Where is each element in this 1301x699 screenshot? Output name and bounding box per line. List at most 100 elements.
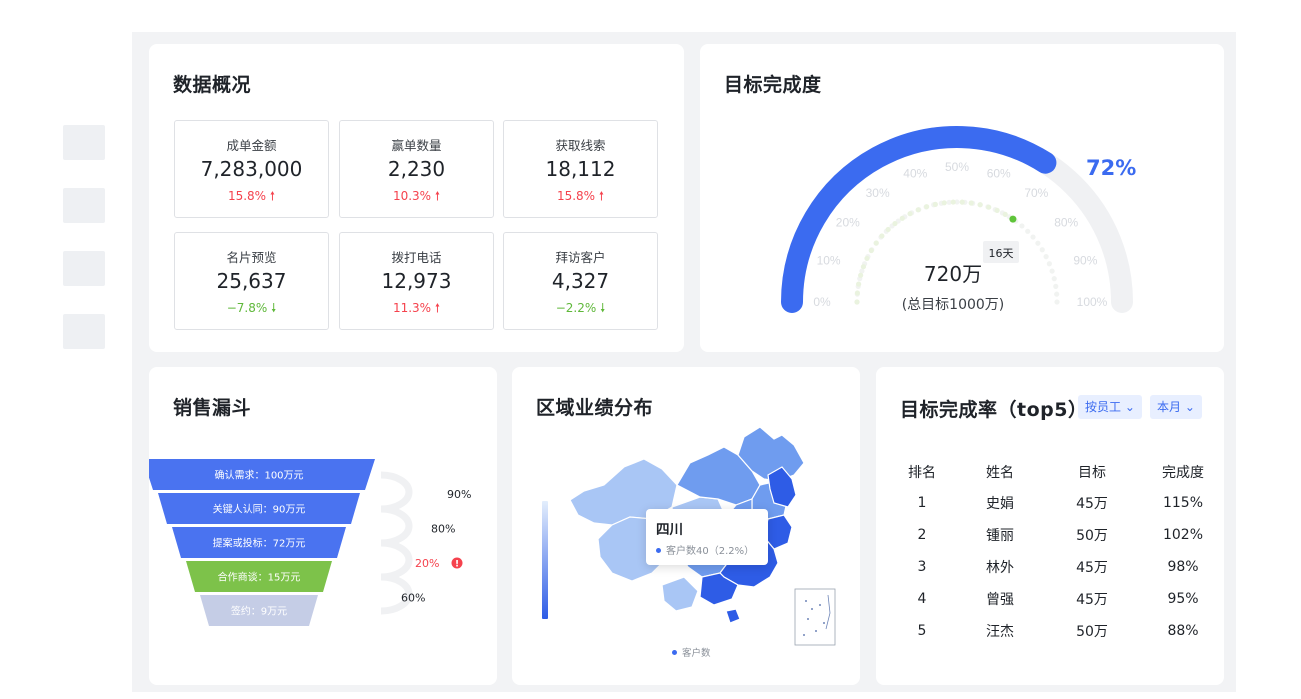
kpi-value: 18,112 [545, 157, 616, 181]
gauge-card: 目标完成度 0% 10% 20% 30% 40% 50% 60% 70% 80% 90% 100% 1… [700, 44, 1224, 352]
kpi-change: 15.8% 🠕 [504, 187, 657, 208]
target-cell: 50万 [1076, 624, 1108, 640]
kpi-value: 12,973 [381, 269, 452, 293]
ranking-title: 目标完成率（top5） [900, 399, 1088, 421]
chevron-down-icon: ⌄ [1184, 400, 1195, 414]
gauge-scale-label: 40% [903, 167, 927, 181]
completion-cell: 102% [1162, 527, 1204, 543]
gauge-dot [932, 201, 938, 207]
completion-cell: 98% [1167, 559, 1199, 575]
kpi-card[interactable]: 名片预览 25,637 −7.8% 🠗 [174, 232, 329, 330]
funnel-stage-label: 签约：9万元 [231, 605, 287, 618]
filter-this-month[interactable]: 本月 ⌄ [1150, 395, 1202, 419]
funnel-conversion-rate: 90% [447, 488, 471, 501]
rank-cell: 5 [917, 623, 927, 639]
kpi-change: 15.8% 🠕 [175, 187, 328, 208]
funnel-stage-label: 合作商谈：15万元 [218, 571, 301, 584]
gauge-dot [915, 207, 921, 213]
arrow-up-icon: 🠕 [434, 189, 441, 203]
arrow-down-icon: 🠗 [271, 301, 277, 315]
gauge-dot [924, 204, 930, 210]
funnel-conversion-rate: 20% [415, 557, 439, 570]
funnel-connector [380, 471, 413, 513]
kpi-card[interactable]: 成单金额 7,283,000 15.8% 🠕 [174, 120, 329, 218]
gauge-scale-label: 60% [987, 167, 1011, 181]
gauge-dot [879, 233, 885, 239]
arrow-up-icon: 🠕 [434, 301, 441, 315]
gauge-dot [1046, 261, 1052, 267]
rank-cell: 4 [917, 591, 927, 607]
kpi-value: 7,283,000 [200, 157, 303, 181]
arrow-up-icon: 🠕 [269, 189, 276, 203]
gauge-dot [968, 200, 974, 206]
gauge-scale-label: 0% [813, 295, 831, 309]
kpi-change: −2.2% 🠗 [504, 299, 657, 320]
column-header: 排名 [908, 465, 936, 481]
tooltip-region: 四川 [656, 522, 683, 538]
kpi-change-value: −7.8% [226, 301, 268, 315]
gauge-dot [977, 202, 983, 208]
kpi-change-value: 15.8% [556, 189, 596, 203]
kpi-change-value: 10.3% [392, 189, 432, 203]
funnel-chart: 确认需求：100万元关键人认同：90万元提案或投标：72万元合作商谈：15万元签… [149, 459, 471, 626]
gauge-dot [1053, 283, 1059, 289]
name-cell: 曾强 [986, 592, 1014, 608]
warning-icon: ! [455, 560, 459, 570]
kpi-value: 25,637 [216, 269, 287, 293]
kpi-label: 拨打电话 [391, 250, 442, 265]
gauge-dot [854, 290, 861, 296]
map-legend[interactable]: 客户数 [672, 645, 711, 659]
gauge-percent-label: 72% [1086, 156, 1136, 180]
table-row: 1 史娟 45万 115% [890, 487, 1228, 519]
target-cell: 45万 [1076, 496, 1108, 512]
sidebar-nav-placeholder-4[interactable] [63, 314, 105, 349]
gauge-dot [1025, 228, 1031, 234]
tooltip-metric-label: 客户数40（2.2%） [666, 546, 755, 557]
gauge-dot [1051, 276, 1057, 282]
sidebar-nav-placeholder-2[interactable] [63, 188, 105, 223]
column-header: 目标 [1078, 465, 1106, 481]
table-row: 2 锺丽 50万 102% [890, 519, 1228, 551]
kpi-card[interactable]: 获取线索 18,112 15.8% 🠕 [503, 120, 658, 218]
kpi-label: 赢单数量 [391, 138, 442, 153]
sidebar-nav-placeholder-3[interactable] [63, 251, 105, 286]
gauge-dot [885, 226, 891, 233]
kpi-card[interactable]: 赢单数量 2,230 10.3% 🠕 [339, 120, 494, 218]
table-row: 4 曾强 45万 95% [890, 583, 1228, 615]
gauge-scale-label: 70% [1024, 186, 1048, 200]
gauge-dot [1039, 247, 1045, 253]
gauge-dot [1002, 211, 1008, 217]
gauge-dot [994, 207, 1000, 214]
gauge-dot [907, 211, 913, 217]
kpi-card[interactable]: 拜访客户 4,327 −2.2% 🠗 [503, 232, 658, 330]
gauge-dot [854, 299, 860, 305]
funnel-card: 销售漏斗 确认需求：100万元 关键人认同：90万元 提案或投标：72万元 合作商谈：… [149, 367, 497, 685]
gauge-dot [1054, 299, 1060, 305]
filter-by-employee[interactable]: 按员工 ⌄ [1078, 395, 1142, 419]
sidebar-nav-placeholder-1[interactable] [63, 125, 105, 160]
target-cell: 45万 [1076, 560, 1108, 576]
kpi-card[interactable]: 拨打电话 12,973 11.3% 🠕 [339, 232, 494, 330]
kpi-label: 拜访客户 [555, 250, 606, 265]
overview-card: 数据概况 成单金额 7,283,000 15.8% 🠕 赢单数量 2,230 10.3% … [149, 44, 684, 352]
gauge-dot [856, 281, 862, 287]
gauge-dot [1049, 268, 1055, 274]
gauge-scale-label: 90% [1073, 253, 1097, 267]
gauge-progress-arc [781, 126, 1057, 313]
gauge-dot [950, 199, 956, 205]
kpi-label: 名片预览 [226, 250, 277, 265]
gauge-scale-label: 80% [1054, 216, 1078, 230]
map-card: 区域业绩分布 四川 客户数40（2.2%） 客户数 [512, 367, 860, 685]
funnel-conversion-rate: 60% [401, 592, 425, 605]
gauge-dot [1043, 254, 1049, 260]
overview-title: 数据概况 [173, 74, 252, 96]
gauge-dot [1030, 234, 1036, 240]
kpi-change-value: 15.8% [227, 189, 267, 203]
gauge-scale-label: 30% [866, 186, 890, 200]
kpi-label: 获取线索 [555, 138, 606, 153]
gauge-days-label: 16天 [989, 247, 1014, 260]
ranking-card: 目标完成率（top5） 按员工 ⌄ 本月 ⌄ 排名 姓名 目标 完成度 1 史娟 4… [876, 367, 1224, 685]
column-header: 姓名 [986, 465, 1014, 481]
gauge-scale-label: 10% [817, 253, 841, 267]
gauge-dot [858, 272, 864, 278]
